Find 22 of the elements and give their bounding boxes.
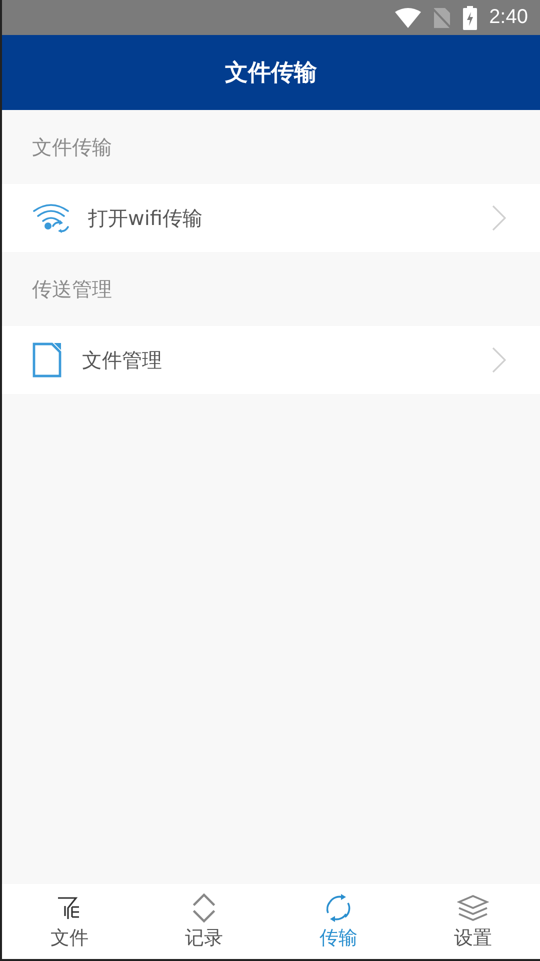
battery-charging-icon <box>463 6 478 30</box>
chevron-right-icon <box>492 347 506 373</box>
tab[interactable]: 设置 <box>406 884 540 959</box>
tab[interactable]: 传输 <box>271 884 406 959</box>
item-label: 文件管理 <box>82 346 163 374</box>
sync-icon <box>324 892 352 922</box>
no-sim-icon <box>433 6 452 28</box>
wifi-sync-icon <box>32 202 70 234</box>
tab[interactable]: 记录 <box>136 884 271 959</box>
section-heading: 传送管理 <box>32 276 112 302</box>
document-icon <box>32 342 64 378</box>
layers-icon <box>456 892 489 922</box>
clock-time: 2:40 <box>489 6 528 29</box>
tab[interactable]: 文件 <box>2 884 136 959</box>
chevron-right-icon <box>492 205 506 231</box>
list-item[interactable]: 文件管理 <box>2 326 540 394</box>
list-item[interactable]: 打开wifi传输 <box>2 184 540 252</box>
item-label: 打开wifi传输 <box>88 204 204 232</box>
section-heading: 文件传输 <box>32 134 112 160</box>
wifi-signal-icon <box>395 8 422 28</box>
page-title: 文件传输 <box>225 59 317 88</box>
up-down-chevrons-icon <box>190 892 217 922</box>
